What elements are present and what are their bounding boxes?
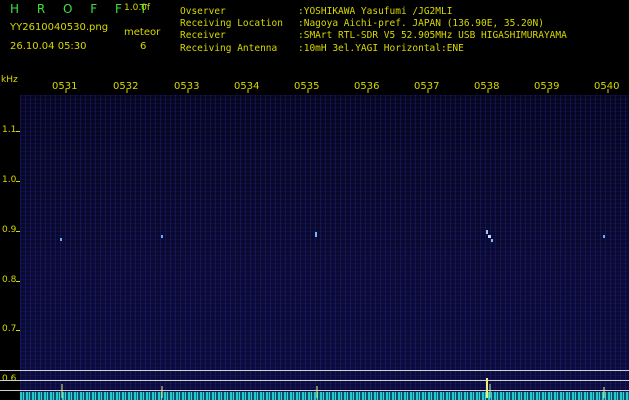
meteor-echo <box>60 238 62 241</box>
floor-spikes <box>61 378 605 398</box>
meteor-echo <box>603 235 605 238</box>
meteor-echo <box>488 235 491 238</box>
meteor-echo <box>486 230 488 234</box>
meteor-echo <box>491 239 493 242</box>
time-tick-marks <box>65 89 609 93</box>
meteor-echo <box>315 232 317 237</box>
meteor-echo <box>161 235 163 238</box>
meteor-echoes <box>60 230 605 242</box>
echo-overlay <box>60 89 609 398</box>
